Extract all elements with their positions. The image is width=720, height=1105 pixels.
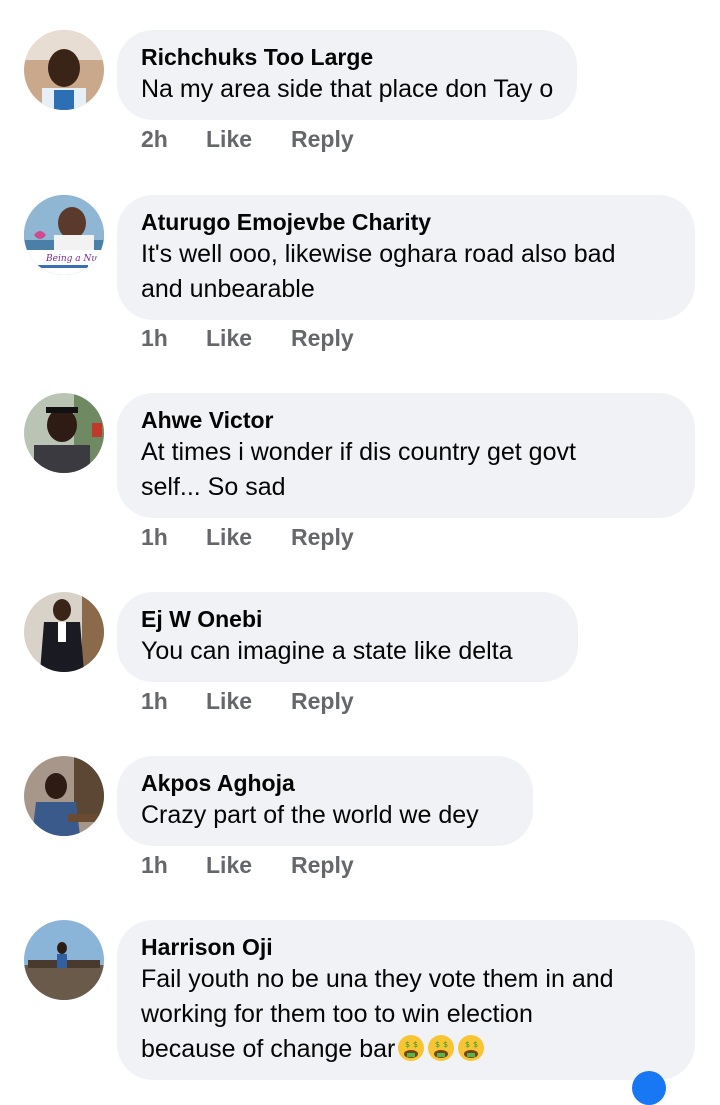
comment-timestamp[interactable]: 1h (141, 850, 168, 880)
avatar-photo (24, 592, 104, 672)
avatar[interactable] (24, 756, 104, 836)
comment-bubble: Akpos Aghoja Crazy part of the world we … (117, 756, 533, 846)
svg-text:$: $ (435, 1040, 440, 1049)
comment-author[interactable]: Harrison Oji (141, 932, 671, 962)
comment-bubble: Harrison Oji Fail youth no be una they v… (117, 920, 695, 1080)
avatar[interactable] (24, 592, 104, 672)
comment-author[interactable]: Ahwe Victor (141, 405, 671, 435)
comment-text: At times i wonder if dis country get gov… (141, 438, 576, 501)
svg-text:$: $ (465, 1040, 470, 1049)
avatar-photo (24, 30, 104, 110)
like-button[interactable]: Like (206, 522, 252, 552)
avatar[interactable] (24, 30, 104, 110)
comment-author[interactable]: Richchuks Too Large (141, 42, 553, 72)
comment-timestamp[interactable]: 2h (141, 124, 168, 154)
comment-timestamp[interactable]: 1h (141, 686, 168, 716)
like-button[interactable]: Like (206, 323, 252, 353)
comment-timestamp[interactable]: 1h (141, 522, 168, 552)
reply-button[interactable]: Reply (291, 850, 354, 880)
avatar-photo (24, 920, 104, 1000)
reply-button[interactable]: Reply (291, 522, 354, 552)
svg-text:Being a Nurse: Being a Nurse (45, 254, 104, 264)
svg-text:$: $ (413, 1040, 418, 1049)
reply-button[interactable]: Reply (291, 323, 354, 353)
comment-bubble: Ahwe Victor At times i wonder if dis cou… (117, 393, 695, 518)
comment-text: You can imagine a state like delta (141, 637, 513, 665)
comment-bubble: Aturugo Emojevbe Charity It's well ooo, … (117, 195, 695, 320)
comment-author[interactable]: Ej W Onebi (141, 604, 554, 634)
comment-text: Fail youth no be una they vote them in a… (141, 962, 671, 1067)
avatar[interactable] (24, 393, 104, 473)
svg-text:$: $ (473, 1040, 478, 1049)
comment-text-body: Fail youth no be una they vote them in a… (141, 965, 614, 1063)
reply-button[interactable]: Reply (291, 124, 354, 154)
like-button[interactable]: Like (206, 850, 252, 880)
comment-text: Na my area side that place don Tay o (141, 75, 554, 103)
money-mouth-face-icon: $ $ (428, 1035, 455, 1061)
comment-text: It's well ooo, likewise oghara road also… (141, 240, 616, 303)
avatar-photo: Being a Nurse (24, 195, 104, 275)
comment-timestamp[interactable]: 1h (141, 323, 168, 353)
comment-bubble: Ej W Onebi You can imagine a state like … (117, 592, 578, 682)
like-button[interactable]: Like (206, 686, 252, 716)
avatar[interactable] (24, 920, 104, 1000)
comment-text: Crazy part of the world we dey (141, 801, 479, 829)
avatar[interactable]: Being a Nurse (24, 195, 104, 275)
avatar-photo (24, 756, 104, 836)
reaction-like-icon[interactable] (632, 1071, 666, 1105)
comment-author[interactable]: Akpos Aghoja (141, 768, 509, 798)
like-button[interactable]: Like (206, 124, 252, 154)
money-mouth-face-icon: $ $ (458, 1035, 485, 1061)
comment-bubble: Richchuks Too Large Na my area side that… (117, 30, 578, 120)
reply-button[interactable]: Reply (291, 686, 354, 716)
comment-author[interactable]: Aturugo Emojevbe Charity (141, 207, 671, 237)
avatar-photo (24, 393, 104, 473)
svg-text:$: $ (405, 1040, 410, 1049)
money-mouth-face-icon: $ $ (398, 1035, 425, 1061)
svg-text:$: $ (443, 1040, 448, 1049)
